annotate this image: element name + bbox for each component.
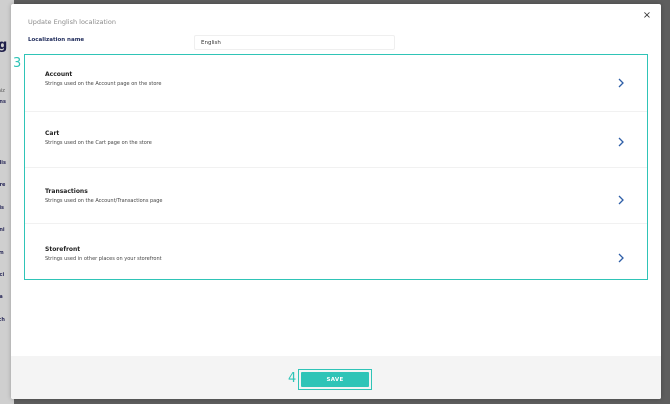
bg-fragment: ani bbox=[0, 227, 5, 233]
bg-fragment: miz bbox=[0, 88, 5, 94]
save-button-highlight: SAVE bbox=[298, 369, 372, 390]
bg-fragment: glis bbox=[0, 160, 6, 166]
localization-modal: Update English localization × Localizati… bbox=[11, 4, 661, 399]
chevron-right-icon[interactable] bbox=[617, 195, 625, 205]
step-marker-3: 3 bbox=[13, 56, 22, 71]
item-description: Strings used on the Account/Transactions… bbox=[45, 198, 163, 204]
localization-name-input[interactable] bbox=[194, 35, 395, 50]
bg-fragment: tch bbox=[0, 317, 5, 323]
item-description: Strings used on the Account page on the … bbox=[45, 81, 162, 87]
item-title: Storefront bbox=[45, 246, 81, 253]
bg-fragment: bre bbox=[0, 182, 6, 188]
close-icon[interactable]: × bbox=[641, 10, 653, 22]
modal-footer: 4 SAVE bbox=[11, 356, 661, 399]
step-marker-4: 4 bbox=[288, 371, 297, 386]
list-item-storefront[interactable]: Storefront Strings used in other places … bbox=[25, 223, 647, 279]
localization-name-label: Localization name bbox=[28, 37, 85, 43]
chevron-right-icon[interactable] bbox=[617, 137, 625, 147]
bg-fragment: nci bbox=[0, 272, 5, 278]
item-description: Strings used on the Cart page on the sto… bbox=[45, 140, 152, 146]
bg-fragment: kis bbox=[0, 205, 5, 211]
save-button[interactable]: SAVE bbox=[301, 372, 369, 387]
list-item-transactions[interactable]: Transactions Strings used on the Account… bbox=[25, 167, 647, 223]
chevron-right-icon[interactable] bbox=[617, 78, 625, 88]
chevron-right-icon[interactable] bbox=[617, 253, 625, 263]
item-title: Cart bbox=[45, 130, 60, 137]
item-title: Transactions bbox=[45, 188, 88, 195]
item-title: Account bbox=[45, 71, 73, 78]
bg-fragment: ons bbox=[0, 99, 6, 105]
string-category-list: Account Strings used on the Account page… bbox=[24, 54, 648, 280]
list-item-account[interactable]: Account Strings used on the Account page… bbox=[25, 55, 647, 111]
bg-fragment: rm bbox=[0, 250, 4, 256]
bg-fragment: lia bbox=[0, 294, 3, 300]
modal-title: Update English localization bbox=[28, 18, 116, 26]
bg-fragment: g bbox=[0, 38, 8, 53]
item-description: Strings used in other places on your sto… bbox=[45, 256, 162, 262]
list-item-cart[interactable]: Cart Strings used on the Cart page on th… bbox=[25, 111, 647, 167]
